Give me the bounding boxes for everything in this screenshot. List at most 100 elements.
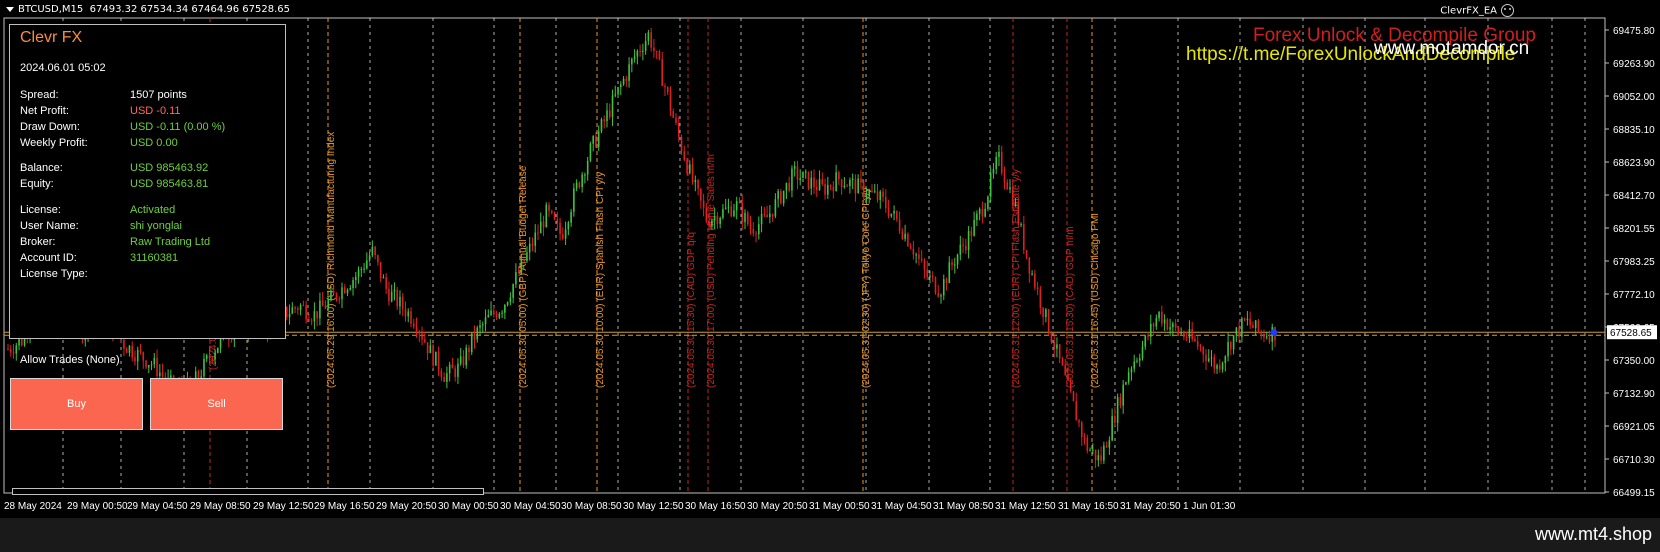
candle-body bbox=[161, 372, 164, 377]
candle-body bbox=[1166, 319, 1169, 330]
candle-body bbox=[308, 319, 310, 322]
candle-body bbox=[1249, 318, 1251, 325]
candle-body bbox=[462, 356, 465, 366]
candle-body bbox=[1268, 336, 1271, 342]
candle-body bbox=[1130, 368, 1133, 373]
sell-button[interactable]: Sell bbox=[150, 378, 283, 430]
candle-body bbox=[526, 252, 528, 262]
candle-body bbox=[735, 201, 738, 211]
candle-body bbox=[495, 314, 498, 318]
candle-body bbox=[1185, 336, 1188, 339]
candle-body bbox=[788, 182, 790, 191]
candle-body bbox=[603, 119, 606, 122]
chart-menu-triangle-icon[interactable] bbox=[6, 6, 14, 12]
candle-body bbox=[592, 135, 594, 144]
candle-body bbox=[658, 51, 661, 60]
candle-body bbox=[457, 363, 459, 377]
candle-body bbox=[446, 373, 448, 382]
candle-body bbox=[1072, 391, 1075, 402]
candle-body bbox=[1183, 332, 1185, 337]
candle-body bbox=[1006, 181, 1009, 190]
x-tick-label: 31 May 04:50 bbox=[871, 501, 932, 512]
y-tick-label: 69263.90 bbox=[1613, 59, 1655, 70]
row-label: Draw Down: bbox=[20, 121, 80, 133]
candle-body bbox=[871, 190, 873, 192]
candle-body bbox=[793, 166, 796, 169]
candle-body bbox=[470, 333, 473, 353]
candle-body bbox=[614, 94, 617, 96]
candle-body bbox=[962, 244, 964, 246]
candle-body bbox=[851, 178, 854, 181]
candle-body bbox=[501, 312, 503, 314]
candle-body bbox=[666, 87, 669, 93]
candle-body bbox=[909, 245, 912, 249]
candle-body bbox=[1243, 318, 1246, 321]
candle-body bbox=[1138, 358, 1141, 361]
candle-body bbox=[868, 190, 871, 197]
candle-body bbox=[1207, 358, 1210, 362]
candle-body bbox=[1227, 342, 1229, 357]
candle-body bbox=[156, 357, 158, 377]
candle-body bbox=[352, 280, 354, 288]
candle-body bbox=[1174, 323, 1177, 328]
event-label: (2024.05.31 16:45) (USD) Chicago PMI bbox=[1090, 213, 1101, 388]
ea-name: ClevrFX_EA bbox=[1440, 5, 1497, 17]
candle-body bbox=[1014, 203, 1017, 206]
row-weekly-profit: Weekly Profit: USD 0.00 bbox=[20, 137, 178, 149]
candle-body bbox=[1086, 437, 1089, 451]
candle-body bbox=[150, 364, 153, 366]
candle-body bbox=[473, 333, 476, 340]
candle-body bbox=[299, 305, 302, 310]
candle-body bbox=[675, 117, 677, 123]
candle-body bbox=[310, 321, 313, 323]
candle-body bbox=[1025, 250, 1028, 258]
candle-body bbox=[650, 32, 652, 48]
candle-body bbox=[139, 349, 142, 353]
candle-body bbox=[898, 219, 901, 232]
candle-body bbox=[537, 232, 539, 234]
candle-body bbox=[214, 352, 216, 360]
candle-body bbox=[697, 179, 699, 189]
row-balance: Balance: USD 985463.92 bbox=[20, 162, 208, 174]
event-label: (2024.05.30 05:00) (GBP) Annual Budget R… bbox=[518, 165, 529, 388]
candle-body bbox=[1202, 347, 1205, 355]
candle-body bbox=[335, 293, 338, 299]
row-label: Equity: bbox=[20, 178, 54, 190]
row-license-type: License Type: bbox=[20, 268, 130, 280]
candle-body bbox=[724, 207, 727, 209]
x-tick-label: 29 May 16:50 bbox=[314, 501, 375, 512]
candle-body bbox=[953, 264, 956, 266]
candle-body bbox=[454, 368, 456, 377]
x-tick-label: 29 May 12:50 bbox=[253, 501, 314, 512]
candle-body bbox=[343, 287, 346, 294]
candle-body bbox=[1011, 187, 1014, 206]
candle-body bbox=[1210, 357, 1213, 359]
candle-body bbox=[1042, 307, 1044, 318]
candle-body bbox=[1080, 422, 1083, 438]
candle-body bbox=[705, 207, 708, 222]
ea-label[interactable]: ClevrFX_EA bbox=[1440, 4, 1514, 17]
chart-window[interactable]: (2024.05.29 06:00) ...(2024.05.29 16:00)… bbox=[0, 0, 1660, 552]
candle-body bbox=[1094, 449, 1097, 461]
candle-body bbox=[21, 339, 23, 346]
candle-body bbox=[498, 313, 501, 318]
candle-body bbox=[1067, 374, 1069, 380]
candle-body bbox=[1061, 358, 1064, 366]
row-label: License: bbox=[20, 204, 61, 216]
candle-body bbox=[1111, 416, 1113, 441]
chart-scrollbar[interactable] bbox=[12, 488, 484, 495]
candle-body bbox=[562, 234, 564, 239]
candle-body bbox=[691, 164, 694, 183]
candle-body bbox=[1034, 273, 1036, 288]
row-value: USD 985463.92 bbox=[130, 162, 209, 174]
candle-body bbox=[357, 269, 360, 277]
candle-body bbox=[628, 64, 630, 81]
candle-body bbox=[600, 119, 603, 132]
candle-body bbox=[159, 372, 161, 377]
candle-body bbox=[617, 87, 619, 95]
candle-body bbox=[1056, 344, 1058, 349]
buy-button[interactable]: Buy bbox=[10, 378, 143, 430]
x-tick-label: 30 May 16:50 bbox=[685, 501, 746, 512]
ea-info-panel: Clevr FX 2024.06.01 05:02 Spread: 1507 po… bbox=[9, 24, 286, 339]
candle-body bbox=[1020, 224, 1022, 226]
